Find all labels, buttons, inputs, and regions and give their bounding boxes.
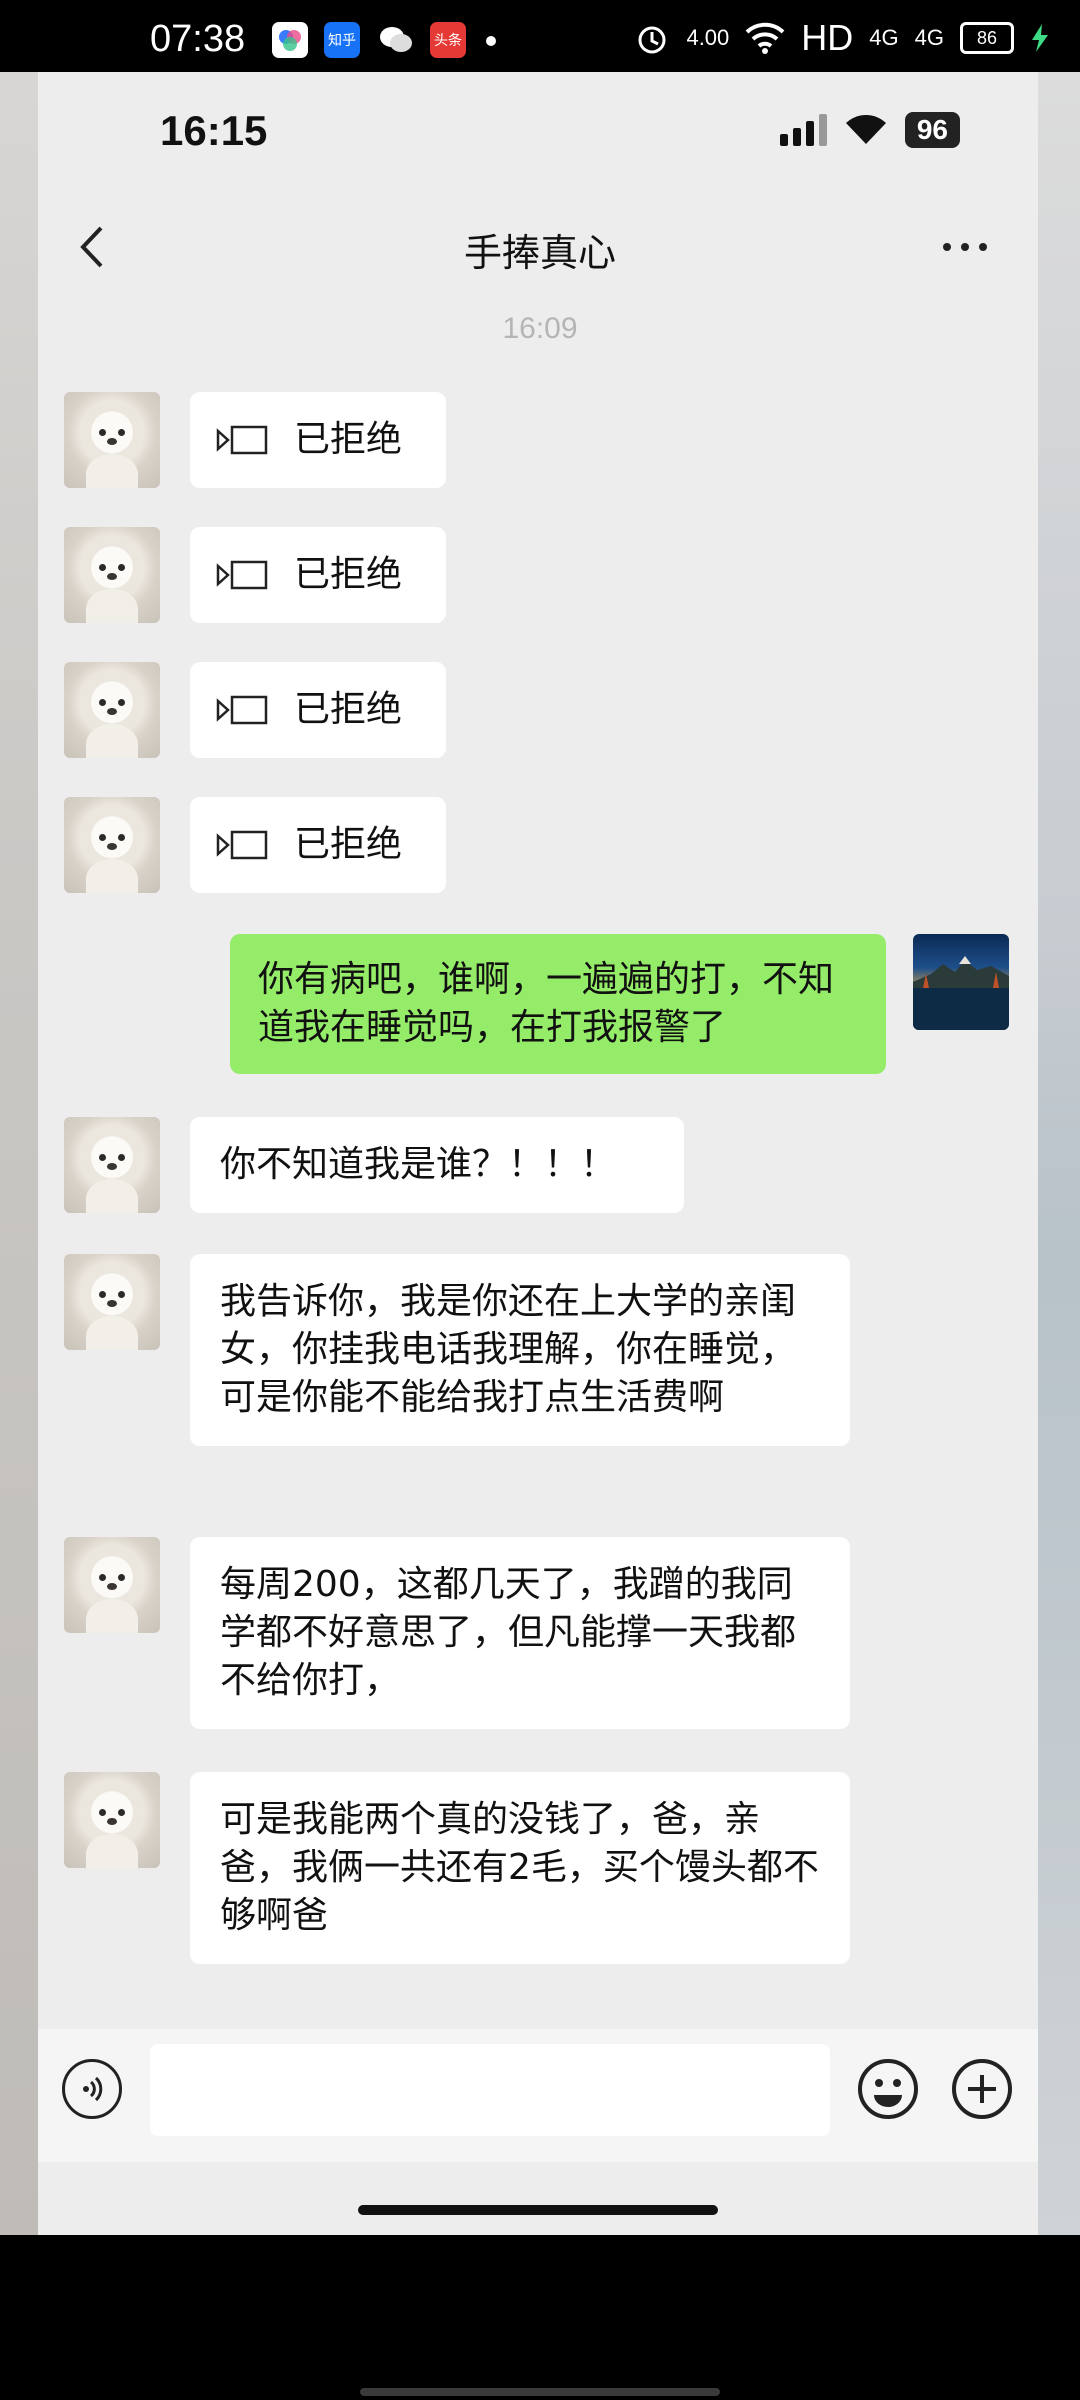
right-edge — [1038, 72, 1080, 2235]
outer-battery: 86 — [960, 22, 1014, 54]
chat-screen: 16:15 96 手捧真心 16:09 已拒绝 已拒绝 已拒绝 已拒绝 你有病吧… — [0, 72, 1080, 2235]
contact-avatar[interactable] — [64, 1254, 160, 1350]
more-dots-icon — [943, 243, 987, 251]
contact-avatar[interactable] — [64, 392, 160, 488]
network-speed: 4.00 — [686, 25, 730, 50]
wifi-icon — [745, 22, 785, 54]
contact-avatar[interactable] — [64, 527, 160, 623]
app-icon-1 — [272, 22, 308, 58]
chat-header: 手捧真心 — [0, 192, 1080, 307]
call-status-label: 已拒绝 — [294, 419, 403, 460]
more-button[interactable] — [930, 217, 1000, 277]
outer-status-bar: 07:38 知乎 头条 4.00 HD 4G 4G 86 — [0, 0, 1080, 72]
chat-title: 手捧真心 — [463, 231, 616, 275]
wechat-icon — [378, 22, 414, 58]
message-timestamp: 16:09 — [502, 312, 578, 345]
charging-icon — [1032, 24, 1048, 52]
bottom-black-area — [0, 2235, 1080, 2400]
contact-avatar[interactable] — [64, 797, 160, 893]
incoming-message-bubble[interactable]: 你不知道我是谁？！！！ — [190, 1117, 684, 1213]
outer-status-right: 4.00 HD 4G 4G 86 — [634, 14, 1050, 62]
incoming-message-bubble[interactable]: 可是我能两个真的没钱了，爸，亲爸，我俩一共还有2毛，买个馒头都不够啊爸 — [190, 1772, 850, 1964]
landscape-avatar-image — [913, 956, 1009, 1030]
video-call-icon — [216, 830, 268, 860]
contact-avatar[interactable] — [64, 1537, 160, 1633]
inner-clock: 16:15 — [160, 107, 268, 154]
inner-status-bar: 16:15 96 — [0, 72, 1080, 192]
signal-icon — [779, 114, 827, 146]
video-call-icon — [216, 695, 268, 725]
rejected-call-bubble[interactable]: 已拒绝 — [190, 662, 446, 758]
rejected-call-bubble[interactable]: 已拒绝 — [190, 392, 446, 488]
inner-wifi-icon — [845, 115, 886, 144]
video-call-icon — [216, 560, 268, 590]
outer-clock: 07:38 — [150, 18, 246, 60]
inner-status-right: 96 — [779, 112, 960, 148]
emoji-button[interactable] — [856, 2057, 920, 2121]
my-message-bubble[interactable]: 你有病吧，谁啊，一遍遍的打，不知道我在睡觉吗，在打我报警了 — [230, 934, 886, 1074]
alarm-icon — [638, 26, 666, 54]
call-status-label: 已拒绝 — [294, 554, 403, 595]
network-4g-1: 4G — [869, 25, 899, 50]
contact-avatar[interactable] — [64, 662, 160, 758]
call-status-label: 已拒绝 — [294, 824, 403, 865]
contact-avatar[interactable] — [64, 1772, 160, 1868]
message-input[interactable] — [150, 2044, 830, 2136]
rejected-call-bubble[interactable]: 已拒绝 — [190, 797, 446, 893]
more-functions-button[interactable] — [950, 2057, 1014, 2121]
notification-dot-icon — [486, 36, 496, 46]
video-call-icon — [216, 425, 268, 455]
my-avatar[interactable] — [913, 934, 1009, 1030]
toutiao-icon: 头条 — [430, 22, 466, 58]
inner-battery: 96 — [904, 112, 960, 148]
rejected-call-bubble[interactable]: 已拒绝 — [190, 527, 446, 623]
plus-icon — [952, 2059, 1012, 2119]
outer-home-indicator[interactable] — [360, 2388, 720, 2396]
incoming-message-bubble[interactable]: 每周200，这都几天了，我蹭的我同学都不好意思了，但凡能撑一天我都不给你打， — [190, 1537, 850, 1729]
home-indicator[interactable] — [358, 2205, 718, 2215]
network-4g-2: 4G — [914, 25, 944, 50]
voice-button[interactable] — [62, 2059, 122, 2119]
incoming-message-bubble[interactable]: 我告诉你，我是你还在上大学的亲闺女，你挂我电话我理解，你在睡觉，可是你能不能给我… — [190, 1254, 850, 1446]
emoji-icon — [858, 2059, 918, 2119]
left-edge — [0, 72, 38, 2235]
voice-icon — [83, 2076, 103, 2102]
input-bar — [38, 2029, 1038, 2162]
hd-label: HD — [801, 17, 854, 58]
call-status-label: 已拒绝 — [294, 689, 403, 730]
contact-avatar[interactable] — [64, 1117, 160, 1213]
zhihu-icon: 知乎 — [324, 22, 360, 58]
